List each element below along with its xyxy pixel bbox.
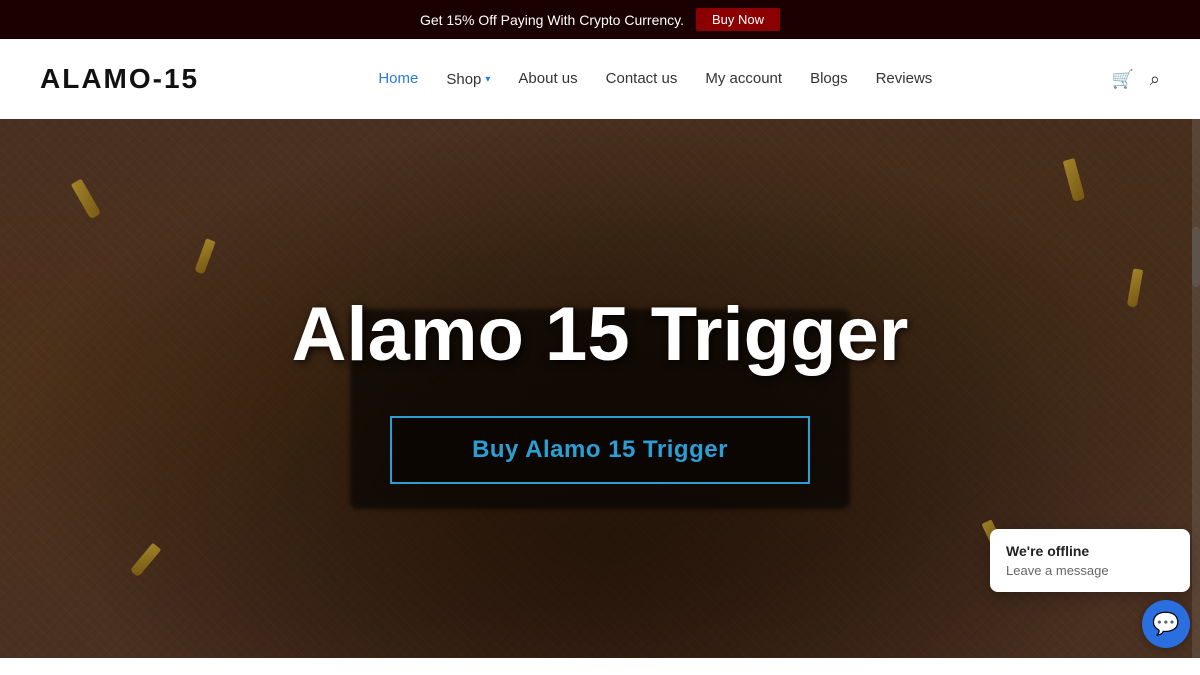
site-logo[interactable]: ALAMO-15 [40, 63, 199, 95]
chat-widget: We're offline Leave a message 💬 [990, 529, 1190, 648]
chat-subtitle: Leave a message [1006, 563, 1174, 578]
nav-link-about[interactable]: About us [518, 70, 577, 87]
banner-text: Get 15% Off Paying With Crypto Currency. [420, 12, 684, 28]
nav-link-contact[interactable]: Contact us [606, 70, 678, 87]
nav-link-blogs[interactable]: Blogs [810, 70, 848, 87]
search-button[interactable]: ⌕ [1150, 69, 1160, 90]
scrollbar-thumb[interactable] [1192, 227, 1200, 287]
navbar-icons: 🛒 ⌕ [1111, 69, 1160, 90]
nav-item-reviews[interactable]: Reviews [876, 70, 933, 88]
nav-link-home[interactable]: Home [378, 70, 418, 87]
nav-item-home[interactable]: Home [378, 70, 418, 88]
nav-item-contact[interactable]: Contact us [606, 70, 678, 88]
hero-section: Alamo 15 Trigger Buy Alamo 15 Trigger We… [0, 119, 1200, 658]
chat-popup: We're offline Leave a message [990, 529, 1190, 592]
nav-link-reviews[interactable]: Reviews [876, 70, 933, 87]
chat-open-button[interactable]: 💬 [1142, 600, 1190, 648]
chevron-down-icon: ▾ [485, 74, 490, 85]
navbar: ALAMO-15 Home Shop ▾ About us Contact us… [0, 39, 1200, 119]
nav-item-blogs[interactable]: Blogs [810, 70, 848, 88]
nav-item-about[interactable]: About us [518, 70, 577, 88]
scrollbar-track [1192, 119, 1200, 658]
search-icon: ⌕ [1150, 69, 1160, 89]
hero-title: Alamo 15 Trigger [292, 293, 909, 377]
nav-menu: Home Shop ▾ About us Contact us My accou… [378, 70, 932, 88]
chat-status: We're offline [1006, 543, 1174, 559]
hero-cta-button[interactable]: Buy Alamo 15 Trigger [390, 416, 810, 484]
nav-link-myaccount[interactable]: My account [705, 70, 782, 87]
chat-icon: 💬 [1152, 611, 1179, 637]
nav-item-shop[interactable]: Shop ▾ [446, 71, 490, 88]
cart-icon: 🛒 [1111, 69, 1133, 89]
cart-button[interactable]: 🛒 [1111, 69, 1133, 90]
hero-content: Alamo 15 Trigger Buy Alamo 15 Trigger [272, 273, 929, 505]
nav-link-shop[interactable]: Shop ▾ [446, 71, 490, 88]
nav-item-myaccount[interactable]: My account [705, 70, 782, 88]
buy-now-button[interactable]: Buy Now [696, 8, 780, 31]
top-banner: Get 15% Off Paying With Crypto Currency.… [0, 0, 1200, 39]
